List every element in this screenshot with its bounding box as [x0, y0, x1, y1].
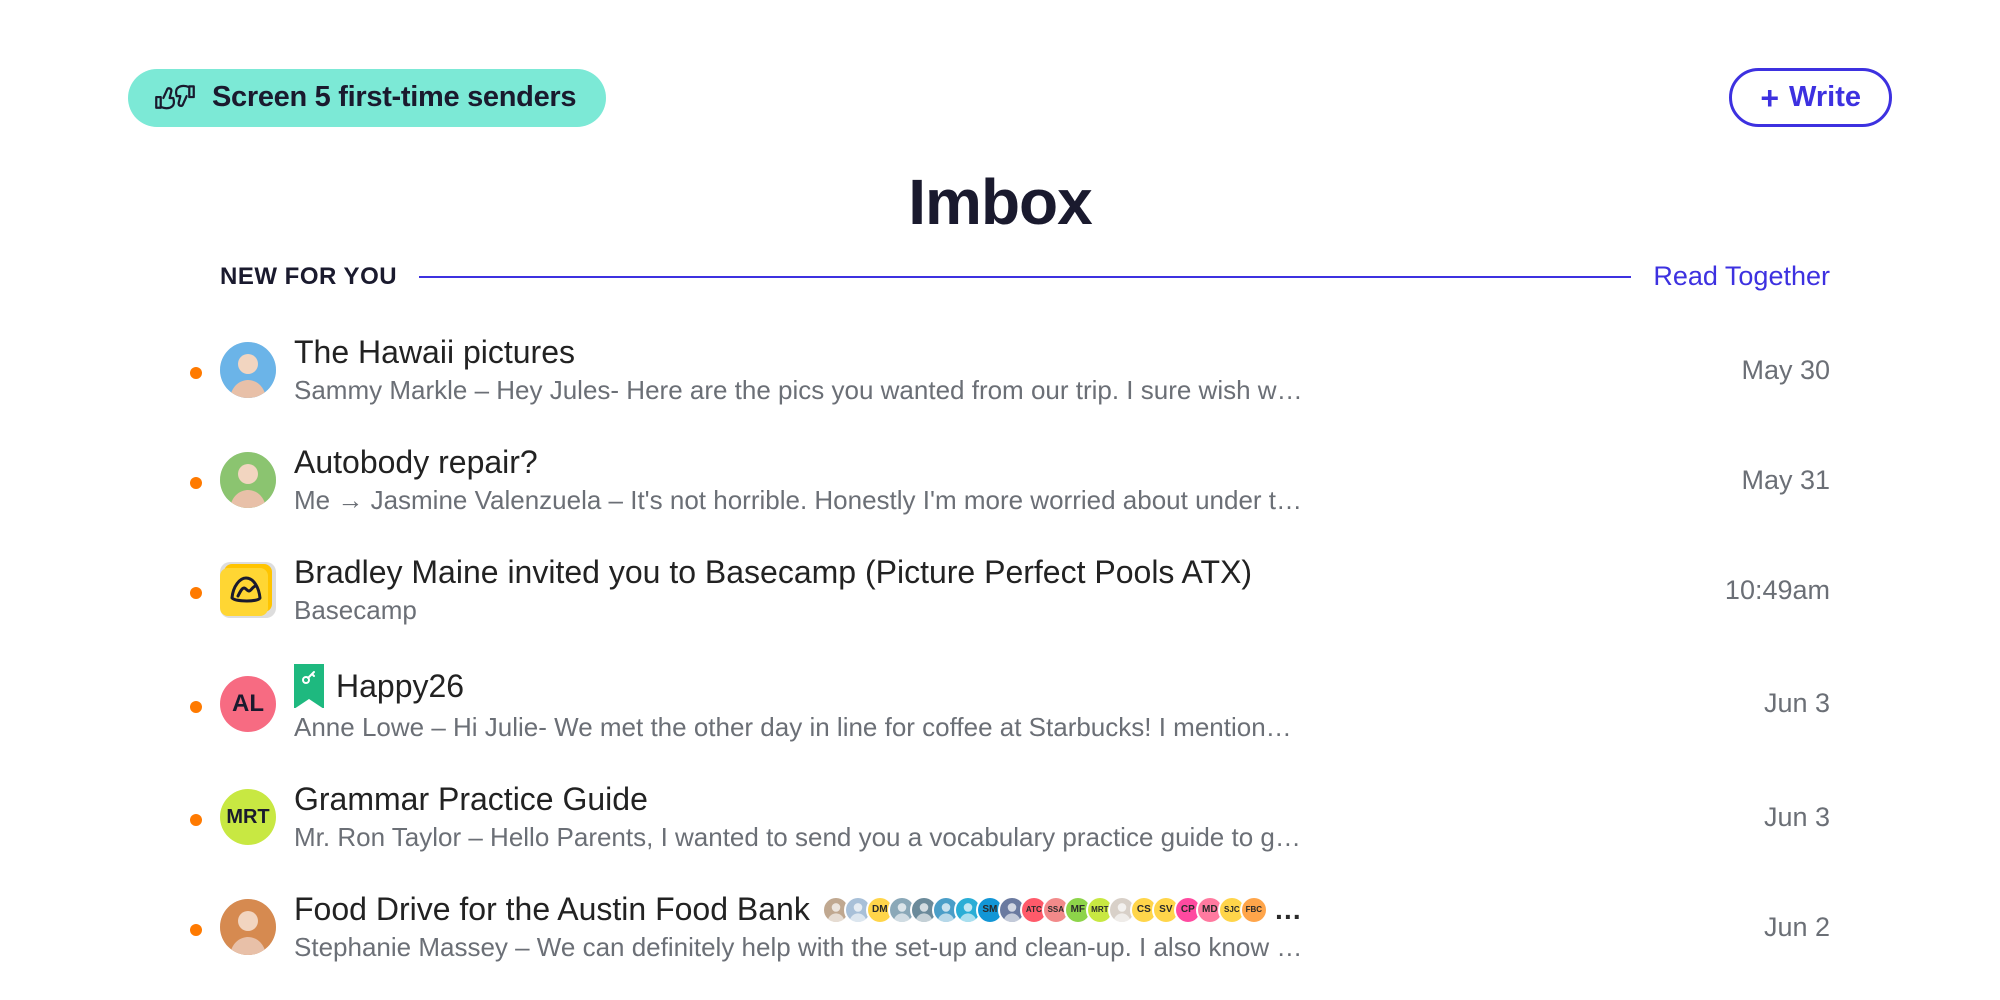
- email-content: The Hawaii pictures Sammy Markle – Hey Ju…: [294, 334, 1662, 406]
- email-row[interactable]: AL Happy26 Anne Lowe – Hi Julie- We met th…: [190, 650, 1830, 767]
- key-icon: [294, 664, 324, 708]
- email-subject: Happy26: [336, 668, 464, 705]
- email-date: Jun 3: [1680, 688, 1830, 719]
- plus-icon: +: [1760, 82, 1779, 114]
- email-date: 10:49am: [1680, 575, 1830, 606]
- email-subject: Autobody repair?: [294, 444, 538, 481]
- more-icon: …: [1274, 894, 1304, 926]
- email-subject: The Hawaii pictures: [294, 334, 575, 371]
- screener-pill[interactable]: Screen 5 first-time senders: [128, 69, 606, 127]
- participant-chip: FBC: [1240, 896, 1268, 924]
- section-header: NEW FOR YOU Read Together: [220, 261, 1830, 292]
- email-content: Happy26 Anne Lowe – Hi Julie- We met the …: [294, 664, 1662, 743]
- unread-dot-icon: [190, 587, 202, 599]
- email-subject: Grammar Practice Guide: [294, 781, 648, 818]
- email-row[interactable]: The Hawaii pictures Sammy Markle – Hey Ju…: [190, 320, 1830, 430]
- email-date: May 30: [1680, 355, 1830, 386]
- thumbs-icon: [150, 81, 200, 115]
- email-date: May 31: [1680, 465, 1830, 496]
- section-rule: [419, 276, 1631, 278]
- email-content: Bradley Maine invited you to Basecamp (P…: [294, 554, 1662, 626]
- email-row[interactable]: MRT Grammar Practice Guide Mr. Ron Taylor …: [190, 767, 1830, 877]
- avatar: AL: [220, 676, 276, 732]
- avatar: MRT: [220, 789, 276, 845]
- email-content: Grammar Practice Guide Mr. Ron Taylor – H…: [294, 781, 1662, 853]
- avatar: [220, 899, 276, 955]
- screener-label: Screen 5 first-time senders: [212, 81, 576, 114]
- avatar: [220, 452, 276, 508]
- email-row[interactable]: Food Drive for the Austin Food Bank DMSMA…: [190, 877, 1830, 987]
- email-preview: Sammy Markle – Hey Jules- Here are the p…: [294, 375, 1304, 406]
- email-content: Food Drive for the Austin Food Bank DMSMA…: [294, 891, 1662, 963]
- email-date: Jun 2: [1680, 912, 1830, 943]
- page-title: Imbox: [0, 165, 2000, 239]
- section-label: NEW FOR YOU: [220, 263, 397, 291]
- unread-dot-icon: [190, 477, 202, 489]
- email-row[interactable]: Bradley Maine invited you to Basecamp (P…: [190, 540, 1830, 650]
- email-preview: Anne Lowe – Hi Julie- We met the other d…: [294, 712, 1304, 743]
- email-preview: Mr. Ron Taylor – Hello Parents, I wanted…: [294, 822, 1304, 853]
- unread-dot-icon: [190, 367, 202, 379]
- avatar: [220, 342, 276, 398]
- email-date: Jun 3: [1680, 802, 1830, 833]
- email-subject: Bradley Maine invited you to Basecamp (P…: [294, 554, 1252, 591]
- write-button[interactable]: + Write: [1729, 68, 1892, 127]
- write-label: Write: [1789, 81, 1861, 114]
- email-subject: Food Drive for the Austin Food Bank: [294, 891, 810, 928]
- email-preview: Stephanie Massey – We can definitely hel…: [294, 932, 1304, 963]
- participant-strip: DMSMATCSSAMFMRTCSSVCPMDSJCFBC…: [822, 894, 1304, 926]
- email-row[interactable]: Autobody repair? Me → Jasmine Valenzuela …: [190, 430, 1830, 540]
- email-preview: Basecamp: [294, 595, 1304, 626]
- unread-dot-icon: [190, 924, 202, 936]
- email-list: The Hawaii pictures Sammy Markle – Hey Ju…: [190, 320, 1830, 987]
- avatar: [220, 562, 276, 618]
- unread-dot-icon: [190, 814, 202, 826]
- read-together-link[interactable]: Read Together: [1653, 261, 1830, 292]
- email-preview: Me → Jasmine Valenzuela – It's not horri…: [294, 485, 1304, 516]
- unread-dot-icon: [190, 701, 202, 713]
- email-content: Autobody repair? Me → Jasmine Valenzuela …: [294, 444, 1662, 516]
